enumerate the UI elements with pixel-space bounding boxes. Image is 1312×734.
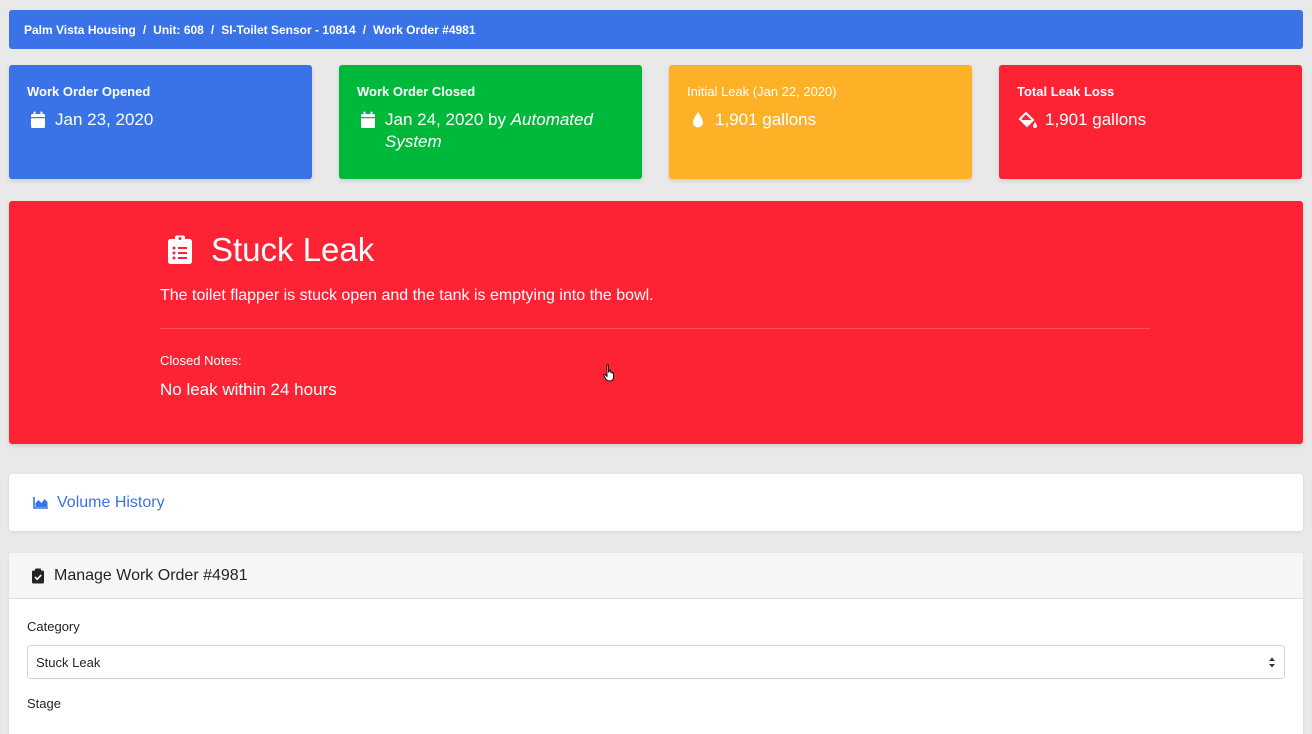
manage-work-order-panel: Manage Work Order #4981 Category Stuck L…	[9, 553, 1303, 734]
leak-status-panel: Stuck Leak The toilet flapper is stuck o…	[9, 201, 1303, 444]
category-select-value: Stuck Leak	[36, 654, 101, 670]
card-value-text: Jan 23, 2020	[55, 110, 154, 129]
card-value-text: 1,901 gallons	[1045, 110, 1147, 129]
card-value-text: Jan 24, 2020 by Automated System	[385, 110, 593, 151]
leak-description: The toilet flapper is stuck open and the…	[160, 287, 654, 304]
card-initial-leak: Initial Leak (Jan 22, 2020) 1,901 gallon…	[669, 65, 972, 179]
category-select[interactable]: Stuck Leak	[27, 645, 1285, 679]
water-drop-icon	[693, 112, 703, 128]
calendar-icon	[31, 111, 45, 128]
card-value-text: 1,901 gallons	[715, 110, 817, 129]
card-value: 1,901 gallons	[687, 109, 954, 131]
breadcrumb-property[interactable]: Palm Vista Housing	[24, 23, 136, 37]
card-title: Work Order Closed	[357, 84, 476, 99]
card-value: Jan 24, 2020 by Automated System	[357, 109, 624, 153]
breadcrumb-work-order[interactable]: Work Order #4981	[373, 23, 476, 37]
fill-drip-icon	[1018, 111, 1037, 128]
breadcrumb-sensor[interactable]: SI-Toilet Sensor - 10814	[221, 23, 356, 37]
card-work-order-opened: Work Order Opened Jan 23, 2020	[9, 65, 312, 179]
card-title: Total Leak Loss	[1017, 84, 1115, 99]
hand-pointer-cursor-icon	[603, 364, 614, 382]
card-value: Jan 23, 2020	[27, 109, 294, 131]
card-work-order-closed: Work Order Closed Jan 24, 2020 by Automa…	[339, 65, 642, 179]
clipboard-list-icon	[168, 235, 192, 264]
manage-work-order-header: Manage Work Order #4981	[9, 553, 1303, 599]
leak-title: Stuck Leak	[167, 231, 374, 269]
select-arrows-icon	[1269, 657, 1275, 668]
category-label: Category	[27, 619, 80, 634]
closed-notes-text: No leak within 24 hours	[160, 380, 337, 399]
breadcrumb-separator: /	[210, 22, 215, 37]
volume-history-toggle[interactable]: Volume History	[9, 474, 1303, 531]
card-title: Work Order Opened	[27, 84, 151, 99]
breadcrumb-separator: /	[362, 22, 367, 37]
leak-title-text: Stuck Leak	[211, 231, 375, 268]
card-title: Initial Leak (Jan 22, 2020)	[687, 84, 837, 99]
calendar-icon	[361, 111, 375, 128]
breadcrumb: Palm Vista Housing / Unit: 608 / SI-Toil…	[9, 10, 1303, 49]
breadcrumb-unit[interactable]: Unit: 608	[153, 23, 204, 37]
card-value: 1,901 gallons	[1017, 109, 1284, 131]
stage-label: Stage	[27, 696, 61, 711]
area-chart-icon	[33, 497, 48, 509]
card-total-leak-loss: Total Leak Loss 1,901 gallons	[999, 65, 1302, 179]
manage-work-order-title: Manage Work Order #4981	[54, 566, 248, 584]
breadcrumb-separator: /	[142, 22, 147, 37]
volume-history-label: Volume History	[57, 493, 165, 511]
divider	[160, 328, 1150, 329]
closed-notes-label: Closed Notes:	[160, 353, 242, 368]
clipboard-check-icon	[32, 568, 44, 583]
